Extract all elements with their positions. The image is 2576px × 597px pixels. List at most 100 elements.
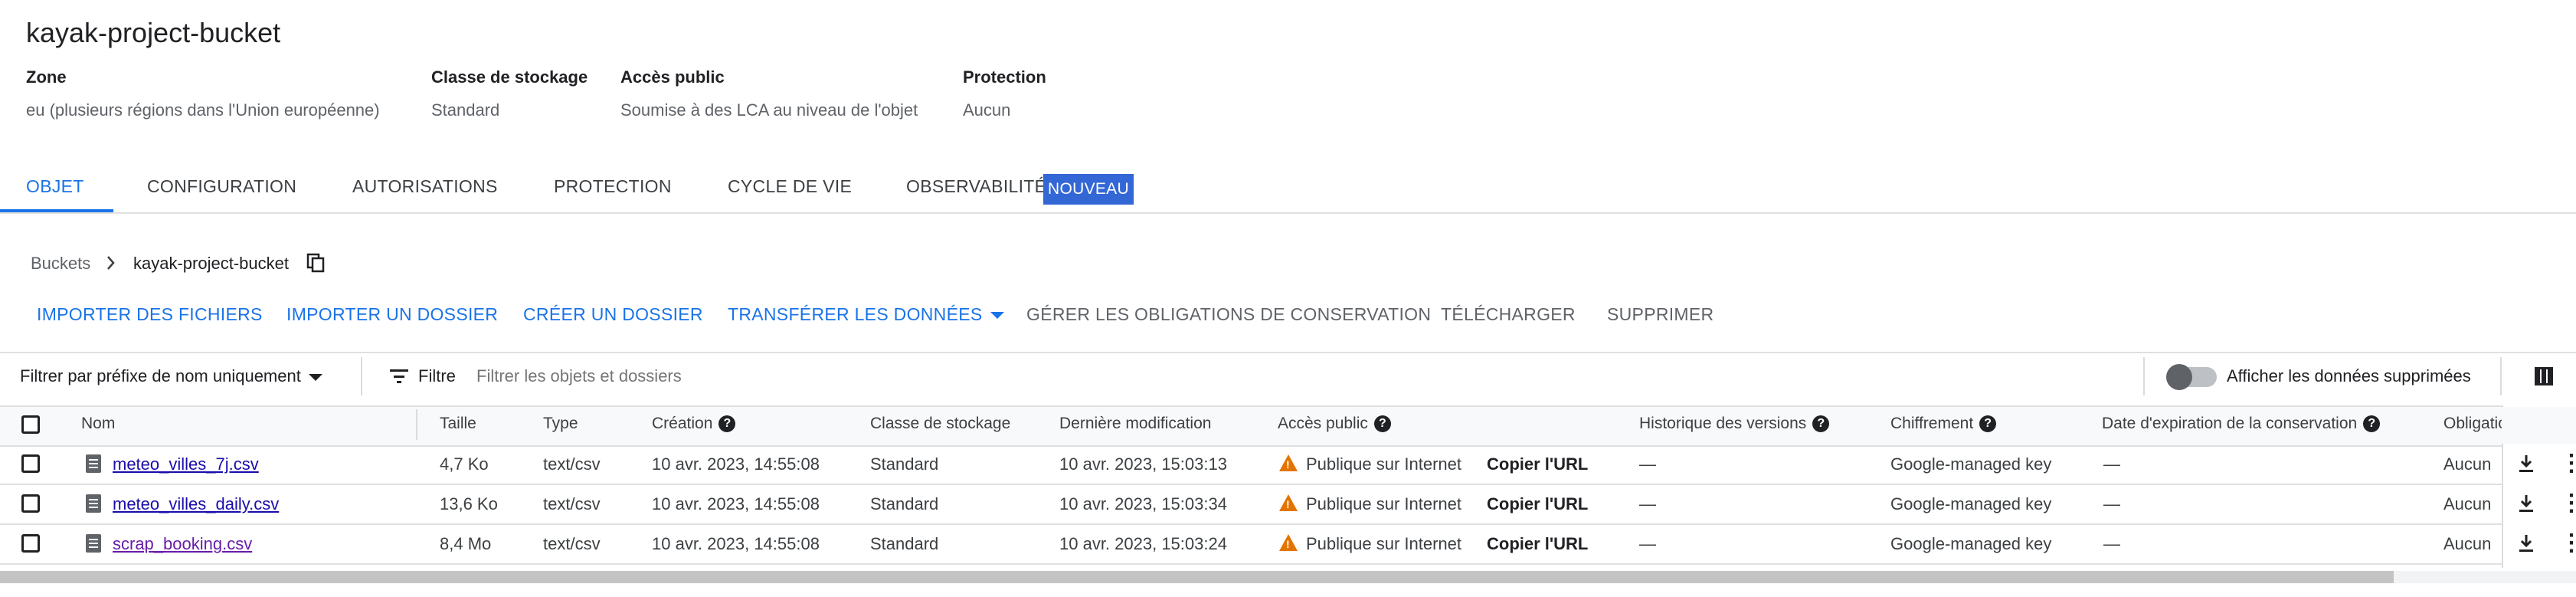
page-title: kayak-project-bucket [26,17,281,48]
delete-button[interactable]: SUPPRIMER [1607,304,1714,325]
column-header-name[interactable]: Nom [81,415,115,433]
help-icon[interactable]: ? [1979,415,1997,433]
object-name-link[interactable]: meteo_villes_7j.csv [113,454,259,474]
horizontal-scrollbar-thumb[interactable] [0,571,2394,583]
help-icon[interactable]: ? [1373,415,1391,433]
column-header-public-access[interactable]: Accès public? [1278,415,1391,433]
more-vert-icon[interactable]: ⋮ [2560,492,2576,515]
object-created: 10 avr. 2023, 14:55:08 [652,454,820,474]
column-display-icon[interactable] [2534,366,2554,386]
filter-input[interactable] [475,360,1167,392]
tab-protection[interactable]: PROTECTION [554,176,672,197]
upload-files-button[interactable]: IMPORTER DES FICHIERS [37,304,263,325]
info-value-storage-class: Standard [431,100,500,120]
object-public-access: Publique sur Internet [1306,534,1462,553]
object-encryption: Google-managed key [1890,534,2052,553]
row-checkbox[interactable] [21,454,40,473]
object-public-access: Publique sur Internet [1306,454,1462,474]
object-modified: 10 avr. 2023, 15:03:24 [1059,534,1227,553]
object-modified: 10 avr. 2023, 15:03:13 [1059,454,1227,474]
breadcrumb-current: kayak-project-bucket [133,254,289,273]
info-value-protection: Aucun [963,100,1011,120]
object-public-access: Publique sur Internet [1306,494,1462,513]
object-storage-class: Standard [870,494,939,513]
column-header-encryption[interactable]: Chiffrement? [1890,415,1997,433]
column-header-created[interactable]: Création? [652,415,736,433]
info-label-protection: Protection [963,67,1046,87]
create-folder-button[interactable]: CRÉER UN DOSSIER [523,304,703,325]
object-retention-expiration: — [2103,534,2120,553]
column-header-holds[interactable]: Obligatio [2443,415,2507,433]
dropdown-arrow-icon [308,373,322,381]
column-header-size[interactable]: Taille [440,415,476,433]
object-holds: Aucun [2443,454,2492,474]
object-retention-expiration: — [2103,494,2120,513]
object-type: text/csv [543,534,601,553]
column-header-version-history[interactable]: Historique des versions? [1639,415,1830,433]
warning-exclamation: ! [1286,458,1290,471]
object-name-link[interactable]: meteo_villes_daily.csv [113,494,279,514]
filter-divider [361,357,362,395]
columns-divider [2500,357,2502,395]
download-icon[interactable] [2519,533,2534,553]
tab-lifecycle[interactable]: CYCLE DE VIE [728,176,852,197]
copy-url-button[interactable]: Copier l'URL [1487,534,1588,554]
warning-exclamation: ! [1286,538,1290,550]
column-resizer[interactable] [416,409,417,440]
tab-configuration[interactable]: CONFIGURATION [147,176,296,197]
tab-observability[interactable]: OBSERVABILITÉ [906,176,1046,197]
copy-icon[interactable] [306,253,325,273]
manage-holds-button[interactable]: GÉRER LES OBLIGATIONS DE CONSERVATION [1026,304,1431,325]
copy-url-button[interactable]: Copier l'URL [1487,494,1588,514]
transfer-data-button[interactable]: TRANSFÉRER LES DONNÉES [728,304,1004,325]
help-icon[interactable]: ? [1812,415,1830,433]
prefix-filter-select[interactable]: Filtrer par préfixe de nom uniquement [20,366,322,386]
toggle-knob [2166,364,2192,390]
object-storage-class: Standard [870,534,939,553]
object-encryption: Google-managed key [1890,494,2052,513]
row-checkbox[interactable] [21,494,40,513]
filter-label: Filtre [418,366,456,385]
object-version-history: — [1639,494,1656,513]
object-type: text/csv [543,494,601,513]
breadcrumb-buckets[interactable]: Buckets [31,254,90,274]
more-vert-icon[interactable]: ⋮ [2560,452,2576,475]
info-value-public-access: Soumise à des LCA au niveau de l'objet [620,100,918,120]
column-header-retention-expiration[interactable]: Date d'expiration de la conservation? [2102,415,2381,433]
transfer-data-label: TRANSFÉRER LES DONNÉES [728,304,983,324]
object-version-history: — [1639,534,1656,553]
object-created: 10 avr. 2023, 14:55:08 [652,494,820,513]
upload-folder-button[interactable]: IMPORTER UN DOSSIER [286,304,498,325]
column-header-created-label: Création [652,415,713,432]
file-icon [86,534,101,553]
column-header-modified[interactable]: Dernière modification [1059,415,1211,433]
select-all-checkbox[interactable] [21,415,40,434]
object-size: 8,4 Mo [440,534,492,553]
tabs-divider [0,212,2576,214]
tab-permissions[interactable]: AUTORISATIONS [352,176,498,197]
help-icon[interactable]: ? [2363,415,2381,433]
object-size: 13,6 Ko [440,494,498,513]
download-icon[interactable] [2519,494,2534,513]
row-checkbox[interactable] [21,534,40,553]
tab-object[interactable]: OBJET [26,176,84,197]
more-vert-icon[interactable]: ⋮ [2560,532,2576,555]
download-button[interactable]: TÉLÉCHARGER [1441,304,1576,325]
file-icon [86,454,101,473]
column-header-storage-class[interactable]: Classe de stockage [870,415,1010,433]
object-type: text/csv [543,454,601,474]
object-created: 10 avr. 2023, 14:55:08 [652,534,820,553]
column-header-type[interactable]: Type [543,415,578,433]
copy-url-button[interactable]: Copier l'URL [1487,454,1588,474]
object-name-link[interactable]: scrap_booking.csv [113,534,252,554]
object-encryption: Google-managed key [1890,454,2052,474]
info-label-zone: Zone [26,67,67,87]
object-version-history: — [1639,454,1656,474]
column-header-version-history-label: Historique des versions [1639,415,1807,432]
chevron-right-icon [107,256,115,270]
help-icon[interactable]: ? [718,415,736,433]
download-icon[interactable] [2519,454,2534,474]
column-header-encryption-label: Chiffrement [1890,415,1974,432]
object-holds: Aucun [2443,534,2492,553]
warning-exclamation: ! [1286,498,1290,510]
